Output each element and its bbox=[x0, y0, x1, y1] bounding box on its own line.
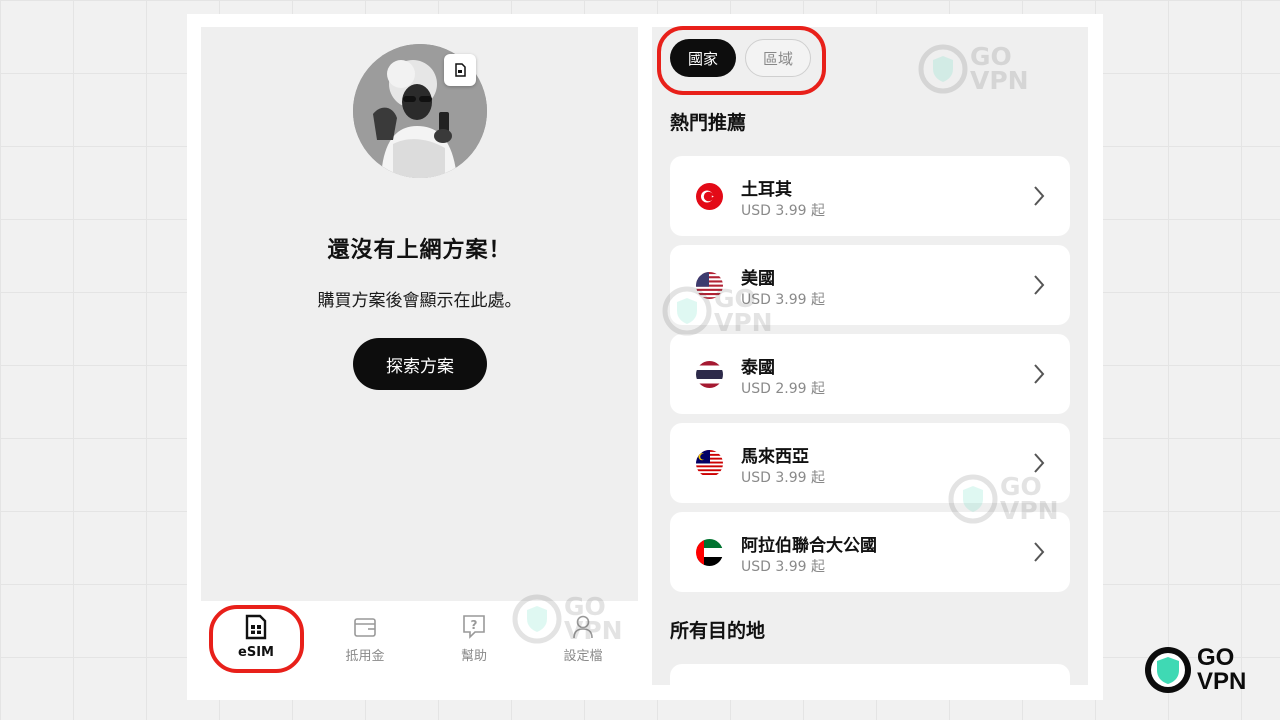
nav-item-profile[interactable]: 設定檔 bbox=[543, 613, 623, 673]
wallet-icon bbox=[352, 613, 378, 641]
chevron-right-icon bbox=[1034, 275, 1045, 295]
profile-icon bbox=[570, 613, 596, 641]
tab-country[interactable]: 國家 bbox=[670, 39, 736, 77]
tab-region[interactable]: 區域 bbox=[745, 39, 811, 77]
destination-card-usa[interactable]: 美國 USD 3.99 起 bbox=[670, 245, 1070, 325]
popular-heading: 熱門推薦 bbox=[670, 112, 747, 134]
chevron-right-icon bbox=[1034, 542, 1045, 562]
nav-label-credit: 抵用金 bbox=[345, 649, 385, 664]
destination-card-partial[interactable] bbox=[670, 664, 1070, 688]
uae-flag-icon bbox=[696, 539, 723, 566]
nav-label-esim: eSIM bbox=[238, 645, 274, 660]
chevron-right-icon bbox=[1034, 364, 1045, 384]
destination-card-uae[interactable]: 阿拉伯聯合大公國 USD 3.99 起 bbox=[670, 512, 1070, 592]
destination-name: 馬來西亞 bbox=[741, 447, 809, 467]
usa-flag-icon bbox=[696, 272, 723, 299]
bottom-nav: eSIM 抵用金 ? 幫助 設定檔 bbox=[201, 601, 638, 685]
destination-name: 美國 bbox=[741, 269, 775, 289]
nav-label-help: 幫助 bbox=[460, 649, 487, 664]
thailand-flag-icon bbox=[696, 361, 723, 388]
shield-icon bbox=[1145, 647, 1191, 693]
empty-state-subtitle: 購買方案後會顯示在此處。 bbox=[317, 291, 522, 311]
nav-item-esim[interactable]: eSIM bbox=[216, 613, 296, 673]
logo-line2: VPN bbox=[1197, 668, 1247, 695]
destination-price: USD 3.99 起 bbox=[741, 292, 825, 308]
destination-price: USD 3.99 起 bbox=[741, 470, 825, 486]
logo-line1: GO bbox=[1197, 644, 1235, 671]
chevron-right-icon bbox=[1034, 186, 1045, 206]
destination-card-turkey[interactable]: 土耳其 USD 3.99 起 bbox=[670, 156, 1070, 236]
destination-name: 泰國 bbox=[741, 358, 775, 378]
destination-price: USD 3.99 起 bbox=[741, 203, 825, 219]
govpn-logo: GO VPN bbox=[1143, 644, 1246, 696]
empty-state-title: 還沒有上網方案！ bbox=[327, 238, 512, 263]
sim-card-icon bbox=[243, 613, 269, 641]
chevron-right-icon bbox=[1034, 453, 1045, 473]
help-icon: ? bbox=[461, 613, 487, 641]
nav-label-profile: 設定檔 bbox=[563, 649, 603, 664]
nav-item-help[interactable]: ? 幫助 bbox=[434, 613, 514, 673]
destination-price: USD 2.99 起 bbox=[741, 381, 825, 397]
explore-plans-button[interactable]: 探索方案 bbox=[353, 338, 487, 390]
destination-card-thailand[interactable]: 泰國 USD 2.99 起 bbox=[670, 334, 1070, 414]
svg-text:?: ? bbox=[471, 618, 478, 632]
destination-price: USD 3.99 起 bbox=[741, 559, 825, 575]
destination-name: 阿拉伯聯合大公國 bbox=[741, 536, 877, 556]
turkey-flag-icon bbox=[696, 183, 723, 210]
nav-item-credit[interactable]: 抵用金 bbox=[325, 613, 405, 673]
destination-card-malaysia[interactable]: 馬來西亞 USD 3.99 起 bbox=[670, 423, 1070, 503]
all-destinations-heading: 所有目的地 bbox=[670, 620, 766, 642]
destination-name: 土耳其 bbox=[741, 180, 792, 200]
malaysia-flag-icon bbox=[696, 450, 723, 477]
esim-badge-icon bbox=[444, 54, 476, 86]
